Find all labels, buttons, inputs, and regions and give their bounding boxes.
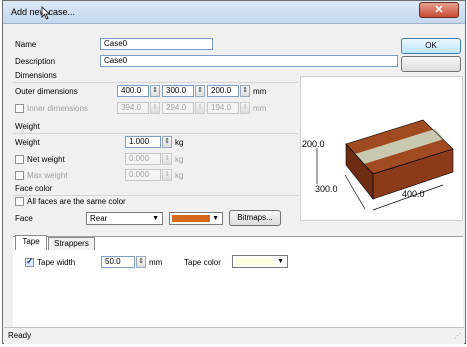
face-color-group-title: Face color xyxy=(15,184,53,193)
outer-length-input[interactable]: 400.0 xyxy=(117,85,149,97)
tape-width-unit-label: mm xyxy=(149,258,163,267)
tape-color-swatch xyxy=(235,258,273,265)
inner-height-input[interactable]: 194.0 xyxy=(207,102,239,114)
chevron-down-icon: ▼ xyxy=(277,258,284,265)
description-input[interactable]: Case0 xyxy=(100,55,398,67)
length-dim-label: 400.0 xyxy=(402,189,425,199)
ok-button[interactable]: OK xyxy=(401,38,461,54)
tape-color-label: Tape color xyxy=(184,258,221,267)
weight-divider xyxy=(13,133,298,134)
weight-spinner[interactable]: ⇕ xyxy=(162,136,172,148)
case-preview: 200.0 300.0 400.0 xyxy=(300,76,463,221)
title-bar[interactable]: Add new case... ✕ xyxy=(3,1,465,24)
max-weight-input[interactable]: 0.000 xyxy=(125,169,161,181)
net-weight-spinner[interactable]: ⇕ xyxy=(162,153,172,165)
weight-label: Weight xyxy=(15,138,40,147)
height-dim-label: 200.0 xyxy=(302,139,325,149)
outer-length-spinner[interactable]: ⇕ xyxy=(150,85,160,97)
cancel-button[interactable] xyxy=(401,56,461,72)
tape-width-spinner[interactable]: ⇕ xyxy=(136,256,146,268)
tab-strappers[interactable]: Strappers xyxy=(48,237,95,250)
weight-unit-label: kg xyxy=(175,138,184,147)
name-input[interactable]: Case0 xyxy=(100,38,213,50)
status-text: Ready xyxy=(8,331,32,340)
outer-width-spinner[interactable]: ⇕ xyxy=(195,85,205,97)
face-color-swatch xyxy=(172,215,210,222)
face-label: Face xyxy=(15,214,33,223)
close-button[interactable]: ✕ xyxy=(419,2,459,18)
tape-width-label: Tape width xyxy=(37,258,76,267)
outer-dimensions-label: Outer dimensions xyxy=(15,87,78,96)
net-weight-label: Net weight xyxy=(27,155,65,164)
all-faces-same-color-label: All faces are the same color xyxy=(27,197,126,206)
name-label: Name xyxy=(15,40,37,49)
tape-color-picker[interactable]: ▼ xyxy=(232,255,288,268)
chevron-down-icon: ▼ xyxy=(152,215,159,222)
net-weight-input[interactable]: 0.000 xyxy=(125,153,161,165)
inner-dimensions-checkbox[interactable] xyxy=(15,104,24,113)
face-select[interactable]: Rear ▼ xyxy=(86,212,163,225)
max-weight-checkbox[interactable] xyxy=(15,171,24,180)
face-color-divider xyxy=(13,195,298,196)
inner-width-input[interactable]: 294.0 xyxy=(162,102,194,114)
outer-width-input[interactable]: 300.0 xyxy=(162,85,194,97)
outer-height-spinner[interactable]: ⇕ xyxy=(240,85,250,97)
bitmaps-button[interactable]: Bitmaps... xyxy=(229,210,281,226)
weight-group-title: Weight xyxy=(15,122,40,131)
case-3d-preview: 200.0 300.0 400.0 xyxy=(302,119,454,211)
max-weight-spinner[interactable]: ⇕ xyxy=(162,169,172,181)
max-weight-unit-label: kg xyxy=(175,171,184,180)
tape-width-input[interactable]: 50.0 xyxy=(101,256,135,268)
inner-width-spinner[interactable]: ⇕ xyxy=(195,102,205,114)
face-select-value: Rear xyxy=(90,214,108,223)
resize-grip-icon[interactable]: ⋰ xyxy=(454,332,461,340)
inner-length-input[interactable]: 394.0 xyxy=(117,102,149,114)
mouse-cursor-icon xyxy=(41,6,51,20)
tape-width-checkbox[interactable] xyxy=(25,256,34,267)
weight-input[interactable]: 1.000 xyxy=(125,136,161,148)
description-label: Description xyxy=(15,57,56,66)
close-icon: ✕ xyxy=(434,4,444,16)
max-weight-label: Max weight xyxy=(27,171,68,180)
net-weight-unit-label: kg xyxy=(175,155,184,164)
dimensions-group-title: Dimensions xyxy=(15,71,57,80)
depth-dim-label: 300.0 xyxy=(315,184,338,194)
inner-dimensions-label: Inner dimensions xyxy=(27,104,88,113)
status-bar: Ready ⋰ xyxy=(4,327,464,344)
outer-unit-label: mm xyxy=(253,87,267,96)
net-weight-checkbox[interactable] xyxy=(15,155,24,164)
inner-unit-label: mm xyxy=(253,104,267,113)
inner-height-spinner[interactable]: ⇕ xyxy=(240,102,250,114)
outer-height-input[interactable]: 200.0 xyxy=(207,85,239,97)
face-color-picker[interactable]: ▼ xyxy=(169,212,223,225)
add-case-dialog: Add new case... ✕ Name Case0 Description… xyxy=(2,0,466,344)
chevron-down-icon: ▼ xyxy=(212,215,219,222)
tab-tape[interactable]: Tape xyxy=(15,235,47,250)
all-faces-same-color-checkbox[interactable] xyxy=(15,197,24,206)
inner-length-spinner[interactable]: ⇕ xyxy=(150,102,160,114)
dimensions-divider xyxy=(13,82,298,83)
